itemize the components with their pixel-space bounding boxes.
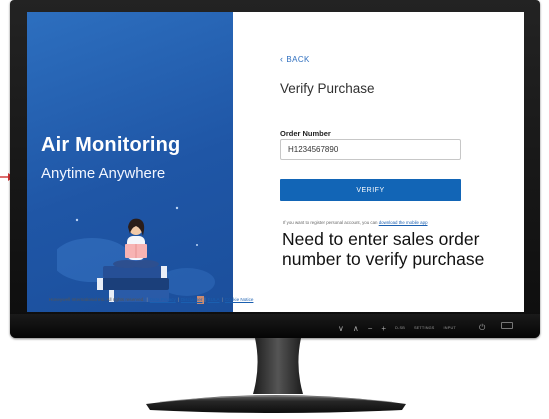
page-title: Verify Purchase bbox=[280, 81, 375, 96]
chevron-left-icon: ‹ bbox=[280, 54, 284, 64]
hero-panel: Air Monitoring Anytime Anywhere bbox=[27, 12, 233, 312]
order-number-input[interactable] bbox=[280, 139, 461, 160]
monitor-controls: ∨ ∧ − + D-SB SETTINGS INPUT ⏻ bbox=[338, 323, 485, 333]
register-note: If you want to register personal account… bbox=[283, 220, 428, 225]
monitor-stand-base bbox=[146, 395, 406, 413]
register-note-text: If you want to register personal account… bbox=[283, 220, 379, 225]
reading-person-illustration bbox=[57, 206, 215, 304]
data-privacy-link[interactable]: Data Privacy bbox=[150, 297, 176, 302]
monitor-screen: Air Monitoring Anytime Anywhere ‹ BACK V… bbox=[27, 12, 524, 312]
settings-label: SETTINGS bbox=[413, 326, 435, 330]
back-label: BACK bbox=[286, 55, 310, 64]
power-button[interactable]: ⏻ bbox=[479, 323, 485, 333]
download-app-link[interactable]: download the mobile app bbox=[379, 220, 428, 225]
cookie-notice-link[interactable]: Cookie Notice bbox=[225, 297, 254, 302]
power-led-icon bbox=[501, 322, 513, 329]
hero-subtitle: Anytime Anywhere bbox=[41, 165, 166, 182]
disclaimer-link[interactable]: Disclaimer bbox=[181, 297, 202, 302]
up-button[interactable]: ∧ bbox=[353, 324, 359, 333]
order-number-label: Order Number bbox=[280, 129, 331, 138]
input-label: INPUT bbox=[443, 326, 456, 330]
footer: Honeywell International Inc. All rights … bbox=[49, 297, 254, 302]
annotation-text: Need to enter sales order number to veri… bbox=[282, 229, 485, 269]
minus-button[interactable]: − bbox=[368, 324, 373, 333]
eula-link[interactable]: EULA bbox=[208, 297, 220, 302]
verify-button[interactable]: VERIFY bbox=[280, 179, 461, 201]
down-button[interactable]: ∨ bbox=[338, 324, 344, 333]
back-link[interactable]: ‹ BACK bbox=[280, 54, 310, 64]
plus-button[interactable]: + bbox=[381, 324, 386, 333]
footer-copyright: Honeywell International Inc. All rights … bbox=[49, 297, 145, 302]
dsb-label: D-SB bbox=[395, 326, 405, 330]
hero-title: Air Monitoring bbox=[41, 134, 181, 156]
verify-form-panel: ‹BACK Verify Purchase Order Number VERIF… bbox=[233, 12, 524, 312]
